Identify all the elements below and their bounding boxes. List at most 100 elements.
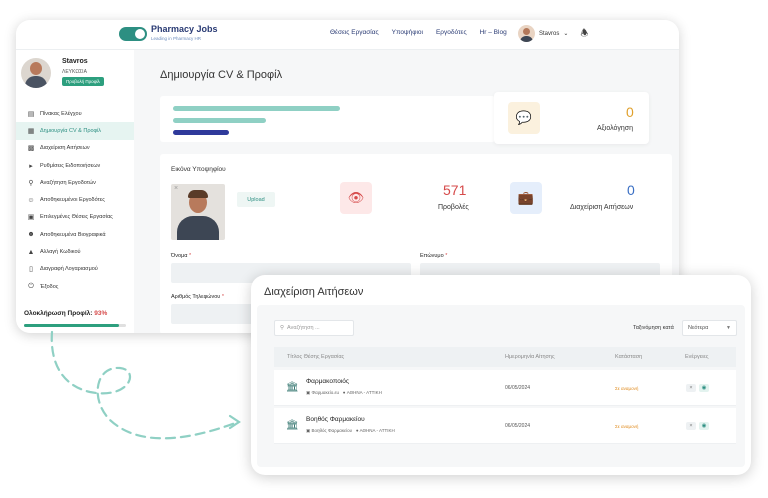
view-profile-button[interactable]: Προβολή Προφίλ: [62, 77, 104, 86]
sidebar-item-saved-cvs[interactable]: ☻ Αποθηκευμένα Βιογραφικά: [16, 226, 134, 243]
column-header-status: Κατάσταση: [615, 354, 643, 360]
status-badge: Σε αναμονή: [615, 386, 639, 391]
sidebar-item-change-password[interactable]: ▲ Αλλαγή Κωδικού: [16, 243, 134, 260]
logo-toggle-icon: [119, 27, 147, 41]
sidebar-item-search-employers[interactable]: ⚲ Αναζήτηση Εργοδοτών: [16, 174, 134, 191]
brand-logo[interactable]: Pharmacy Jobs Leading in Pharmacy HR: [119, 25, 218, 43]
sidebar-item-label: Έξοδος: [40, 283, 59, 290]
views-label: Προβολές: [438, 204, 469, 211]
nav-blog[interactable]: Hr – Blog: [480, 29, 507, 36]
dashboard-icon: ▤: [27, 110, 35, 118]
sidebar-item-notifications[interactable]: ▸ Ρυθμίσεις Ειδοποιήσεων: [16, 157, 134, 174]
table-row[interactable]: 🏛 Φαρμακοποιός ▣ Φαρμακείο.εu ● ΑΘΗΝΑ - …: [274, 370, 736, 406]
chevron-down-icon: ⌄: [563, 31, 569, 37]
building-icon: ▣: [306, 428, 311, 433]
sort-select[interactable]: Νεότερα ▼: [682, 320, 737, 336]
main-nav: Θέσεις Εργασίας Υποψήφιοι Εργοδότες Hr –…: [330, 29, 507, 36]
bell-icon[interactable]: 🕭: [580, 26, 588, 42]
job-meta: ▣ Φαρμακείο.εu ● ΑΘΗΝΑ - ΑΤΤΙΚΗ: [306, 390, 382, 396]
column-header-title: Τίτλος Θέσης Εργασίας: [287, 354, 345, 360]
column-header-date: Ημερομηνία Αίτησης: [505, 354, 555, 360]
sidebar-item-label: Δημιουργία CV & Προφίλ: [40, 127, 102, 134]
applications-value: 0: [627, 182, 635, 198]
company-name: Φαρμακείο.εu: [311, 390, 339, 395]
nav-candidates[interactable]: Υποψήφιοι: [392, 29, 423, 36]
photo-label: Εικόνα Υποψηφίου: [171, 166, 226, 173]
job-title[interactable]: Φαρμακοποιός: [306, 378, 349, 385]
sidebar-item-label: Ρυθμίσεις Ειδοποιήσεων: [40, 162, 101, 169]
location-icon: ●: [342, 390, 346, 395]
close-icon[interactable]: ×: [686, 422, 696, 430]
completion-progress-fill: [24, 324, 119, 327]
phone-label: Αριθμός Τηλεφώνου *: [171, 294, 224, 300]
building-icon: ▣: [306, 390, 311, 395]
sidebar-item-delete-account[interactable]: ▯ Διαγραφή Λογαριασμού: [16, 261, 134, 278]
search-icon: ⚲: [280, 325, 285, 331]
sidebar-item-logout[interactable]: ⏻ Έξοδος: [16, 278, 134, 295]
skeleton-bar: [173, 118, 266, 123]
status-badge: Σε αναμονή: [615, 424, 639, 429]
rating-value: 0: [626, 104, 634, 120]
applications-panel: ⚲ Αναζήτηση ... Ταξινόμηση κατά Νεότερα …: [257, 305, 745, 467]
profile-completion: Ολοκλήρωση Προφίλ: 93%: [24, 310, 107, 317]
top-navbar: Pharmacy Jobs Leading in Pharmacy HR Θέσ…: [16, 20, 679, 50]
eye-icon[interactable]: ◉: [699, 384, 709, 392]
eye-icon: 👁: [340, 182, 372, 214]
user-menu[interactable]: Stavros ⌄ 🕭: [518, 25, 588, 42]
user-icon: ☺: [27, 196, 35, 204]
applications-window: Διαχείριση Αιτήσεων ⚲ Αναζήτηση ... Ταξι…: [251, 275, 751, 475]
panel-title: Διαχείριση Αιτήσεων: [264, 286, 364, 298]
sidebar-item-label: Πίνακας Ελέγχου: [40, 110, 82, 117]
search-icon: ⚲: [28, 179, 34, 187]
building-icon: 🏛: [286, 382, 299, 393]
sidebar-item-label: Διαχείριση Αιτήσεων: [40, 145, 90, 152]
sidebar-item-selected-jobs[interactable]: ▣ Επιλεγμένες Θέσεις Εργασίας: [16, 209, 134, 226]
sidebar-item-label: Αλλαγή Κωδικού: [40, 249, 81, 256]
column-header-actions: Ενέργειες: [685, 354, 709, 360]
upload-button[interactable]: Upload: [237, 192, 275, 207]
job-title[interactable]: Βοηθός Φαρμακείου: [306, 416, 365, 423]
company-name: Βοηθός Φαρμακείου: [311, 428, 353, 433]
eye-icon[interactable]: ◉: [699, 422, 709, 430]
table-row[interactable]: 🏛 Βοηθός Φαρμακείου ▣ Βοηθός Φαρμακείου …: [274, 408, 736, 444]
power-icon: ⏻: [28, 282, 34, 290]
brand-name: Pharmacy Jobs: [151, 24, 218, 34]
first-name-label: Όνομα *: [171, 253, 192, 259]
sidebar-item-saved-employers[interactable]: ☺ Αποθηκευμένοι Εργοδότες: [16, 191, 134, 208]
sidebar-item-label: Επιλεγμένες Θέσεις Εργασίας: [40, 214, 113, 221]
close-icon[interactable]: ×: [686, 384, 696, 392]
rating-card: 💬 0 Αξιολόγηση: [494, 92, 649, 144]
bookmark-icon: ▣: [27, 214, 35, 222]
application-date: 06/05/2024: [505, 423, 531, 429]
application-date: 06/05/2024: [505, 385, 531, 391]
sidebar-item-applications[interactable]: ▩ Διαχείριση Αιτήσεων: [16, 140, 134, 157]
rating-label: Αξιολόγηση: [597, 125, 634, 132]
building-icon: 🏛: [286, 420, 299, 431]
profile-city: ΛΕΥΚΩΣΙΑ: [62, 69, 87, 75]
search-placeholder: Αναζήτηση ...: [287, 325, 320, 331]
sidebar-item-label: Διαγραφή Λογαριασμού: [40, 266, 98, 273]
briefcase-icon: 💼: [510, 182, 542, 214]
location: ΑΘΗΝΑ - ΑΤΤΙΚΗ: [346, 390, 382, 395]
rating-icon: 💬: [508, 102, 540, 134]
location-icon: ●: [355, 428, 359, 433]
sidebar-item-dashboard[interactable]: ▤ Πίνακας Ελέγχου: [16, 105, 134, 122]
trash-icon: ▯: [29, 266, 33, 274]
sidebar: Stavros ΛΕΥΚΩΣΙΑ Προβολή Προφίλ ▤ Πίνακας…: [16, 50, 134, 333]
nav-jobs[interactable]: Θέσεις Εργασίας: [330, 29, 379, 36]
job-meta: ▣ Βοηθός Φαρμακείου ● ΑΘΗΝΑ - ΑΤΤΙΚΗ: [306, 428, 395, 434]
lock-icon: ▲: [27, 248, 35, 256]
sidebar-menu: ▤ Πίνακας Ελέγχου ▦ Δημιουργία CV & Προφίλ…: [16, 105, 134, 295]
nav-employers[interactable]: Εργοδότες: [436, 29, 467, 36]
table-header: Τίτλος Θέσης Εργασίας Ημερομηνία Αίτησης…: [274, 347, 736, 367]
close-icon[interactable]: ×: [174, 185, 178, 192]
completion-label: Ολοκλήρωση Προφίλ:: [24, 310, 93, 317]
last-name-label: Επώνυμο *: [420, 253, 448, 259]
sort-value: Νεότερα: [688, 325, 709, 331]
sidebar-item-cv[interactable]: ▦ Δημιουργία CV & Προφίλ: [16, 122, 134, 140]
search-input[interactable]: ⚲ Αναζήτηση ...: [274, 320, 354, 336]
page-title: Δημιουργία CV & Προφίλ: [160, 69, 283, 81]
decorative-dashed-swirl: [50, 330, 241, 440]
completion-progress-bar: [24, 324, 126, 327]
profile-avatar: [21, 58, 51, 88]
